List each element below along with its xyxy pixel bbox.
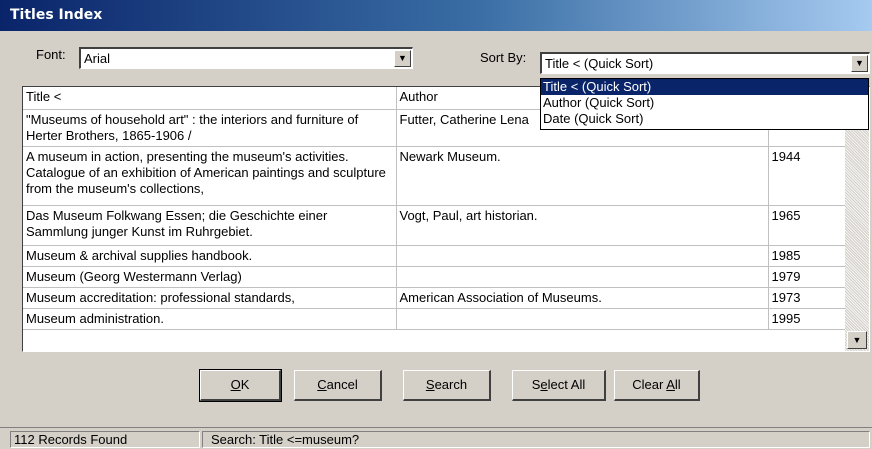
cell-date: 1944	[768, 146, 845, 206]
ok-label-rest: K	[240, 377, 250, 392]
cell-date: 1965	[768, 205, 845, 246]
cell-author	[396, 266, 769, 288]
sort-option-author[interactable]: Author (Quick Sort)	[541, 95, 868, 111]
cell-title: "Museums of household art" : the interio…	[23, 109, 397, 147]
cell-author: Vogt, Paul, art historian.	[396, 205, 769, 246]
status-records-found: 112 Records Found	[10, 431, 200, 448]
cell-title: Museum (Georg Westermann Verlag)	[23, 266, 397, 288]
column-header-title[interactable]: Title <	[23, 87, 397, 110]
search-button[interactable]: Search	[403, 370, 491, 401]
search-mnemonic: S	[425, 377, 435, 392]
cancel-mnemonic: C	[317, 377, 327, 392]
table-row[interactable]: Das Museum Folkwang Essen; die Geschicht…	[23, 205, 845, 246]
cell-title: Museum administration.	[23, 308, 397, 330]
sort-by-select-value: Title < (Quick Sort)	[545, 56, 654, 71]
status-bar: 112 Records Found Search: Title <=museum…	[0, 427, 872, 449]
clear-all-label-pre: Clear	[632, 377, 667, 392]
table-row[interactable]: A museum in action, presenting the museu…	[23, 146, 845, 206]
cell-date: 1995	[768, 308, 845, 330]
sort-by-options-list[interactable]: Title < (Quick Sort) Author (Quick Sort)…	[540, 78, 869, 130]
status-search-query: Search: Title <=museum?	[202, 431, 870, 448]
select-all-mnemonic: e	[540, 377, 548, 392]
font-select[interactable]: Arial ▼	[79, 47, 413, 69]
cell-author	[396, 245, 769, 267]
chevron-down-icon[interactable]: ▼	[394, 50, 411, 67]
font-select-value: Arial	[84, 51, 111, 66]
cell-date: 1979	[768, 266, 845, 288]
cancel-label-rest: ancel	[326, 377, 358, 392]
ok-button[interactable]: OK	[199, 369, 282, 402]
cell-date: 1973	[768, 287, 845, 309]
table-row[interactable]: Museum (Georg Westermann Verlag) 1979	[23, 266, 845, 288]
cell-author	[396, 308, 769, 330]
clear-all-button[interactable]: Clear All	[614, 370, 700, 401]
sort-option-date[interactable]: Date (Quick Sort)	[541, 111, 868, 127]
clear-all-mnemonic: A	[666, 377, 675, 392]
cell-title: A museum in action, presenting the museu…	[23, 146, 397, 206]
clear-all-label-rest: ll	[674, 377, 681, 392]
cell-title: Museum accreditation: professional stand…	[23, 287, 397, 309]
sort-by-select[interactable]: Title < (Quick Sort) ▼	[540, 52, 870, 74]
chevron-down-icon[interactable]: ▼	[851, 55, 868, 72]
font-label: Font:	[36, 47, 66, 62]
table-row[interactable]: Museum administration. 1995	[23, 308, 845, 330]
table-row[interactable]: Museum & archival supplies handbook. 198…	[23, 245, 845, 267]
cell-date: 1985	[768, 245, 845, 267]
table-row[interactable]: Museum accreditation: professional stand…	[23, 287, 845, 309]
window-title: Titles Index	[0, 0, 872, 31]
cell-author: Newark Museum.	[396, 146, 769, 206]
select-all-button[interactable]: Select All	[512, 370, 606, 401]
cell-title: Das Museum Folkwang Essen; die Geschicht…	[23, 205, 397, 246]
ok-mnemonic: O	[230, 377, 241, 392]
cell-author: American Association of Museums.	[396, 287, 769, 309]
cancel-button[interactable]: Cancel	[294, 370, 382, 401]
sort-by-label: Sort By:	[480, 50, 527, 65]
search-label-rest: earch	[434, 377, 468, 392]
sort-option-title[interactable]: Title < (Quick Sort)	[541, 79, 868, 95]
cell-title: Museum & archival supplies handbook.	[23, 245, 397, 267]
scroll-down-icon[interactable]: ▼	[847, 331, 867, 349]
select-all-label-rest: lect All	[547, 377, 586, 392]
